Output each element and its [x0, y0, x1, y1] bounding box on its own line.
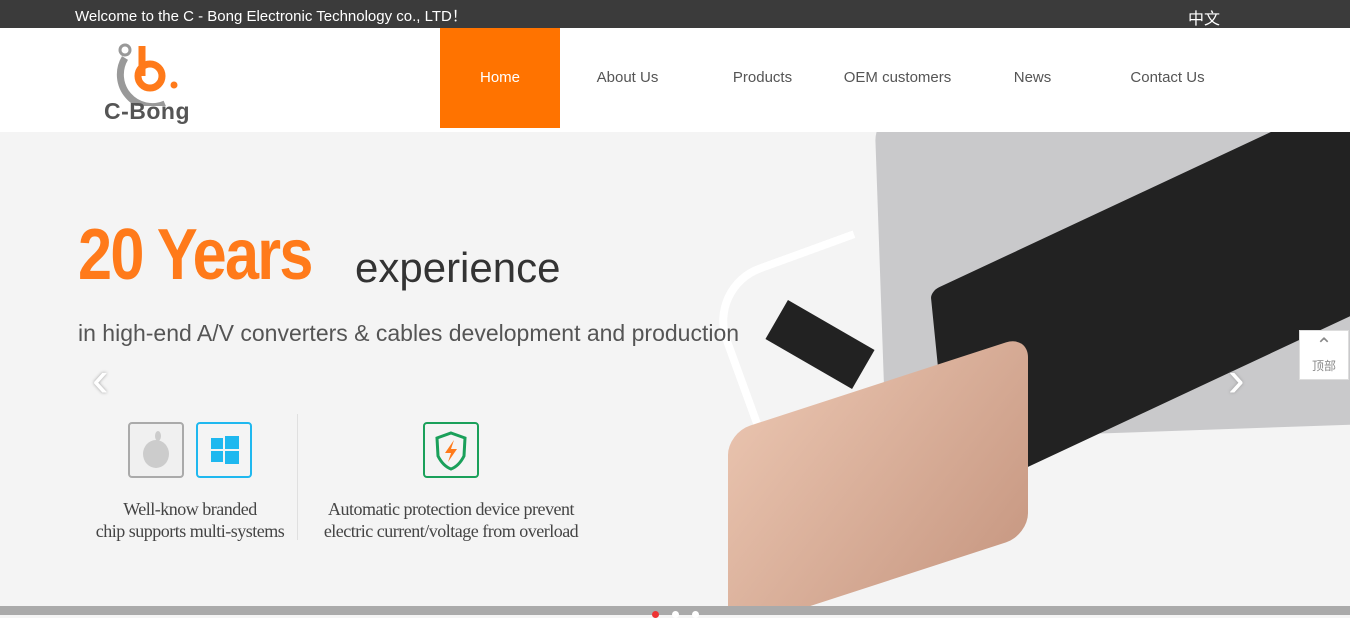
hero-banner: 20 Years experience in high-end A/V conv…: [0, 132, 1350, 606]
back-to-top-label: 顶部: [1311, 359, 1336, 373]
headline-years: 20 Years: [78, 215, 313, 295]
headline: 20 Years experience: [78, 214, 560, 296]
logo[interactable]: C-Bong: [100, 36, 200, 126]
prev-slide-arrow-icon[interactable]: ‹: [92, 350, 109, 408]
main-nav: Home About Us Products OEM customers New…: [440, 28, 1235, 128]
apple-icon: [128, 422, 184, 478]
logo-text: C-Bong: [104, 98, 191, 124]
welcome-text: Welcome to the C - Bong Electronic Techn…: [75, 8, 467, 25]
feature-line: Automatic protection device prevent: [328, 499, 574, 519]
divider: [297, 414, 298, 540]
nav-news[interactable]: News: [965, 28, 1100, 128]
nav-home[interactable]: Home: [440, 28, 560, 128]
nav-oem-customers[interactable]: OEM customers: [830, 28, 965, 128]
header: C-Bong Home About Us Products OEM custom…: [0, 28, 1350, 132]
feature-line: Well-know branded: [123, 499, 257, 519]
shield-lightning-icon: [423, 422, 479, 478]
feature-protection: Automatic protection device prevent elec…: [316, 422, 586, 542]
language-switch[interactable]: 中文: [1188, 5, 1220, 29]
back-to-top-button[interactable]: ⌃ 顶部: [1299, 330, 1349, 380]
chevron-up-icon: ⌃: [1315, 335, 1333, 357]
headline-experience: experience: [355, 244, 561, 291]
banner-subtitle: in high-end A/V converters & cables deve…: [78, 320, 740, 346]
nav-contact-us[interactable]: Contact Us: [1100, 28, 1235, 128]
windows-icon: [196, 422, 252, 478]
feature-multi-system: Well-know branded chip supports multi-sy…: [90, 422, 290, 542]
feature-line: chip supports multi-systems: [95, 521, 285, 541]
feature-line: electric current/voltage from overload: [323, 521, 579, 541]
top-bar: Welcome to the C - Bong Electronic Techn…: [0, 0, 1350, 28]
nav-about-us[interactable]: About Us: [560, 28, 695, 128]
nav-products[interactable]: Products: [695, 28, 830, 128]
next-slide-arrow-icon[interactable]: ›: [1228, 350, 1245, 408]
logo-mark-icon: [116, 43, 178, 111]
